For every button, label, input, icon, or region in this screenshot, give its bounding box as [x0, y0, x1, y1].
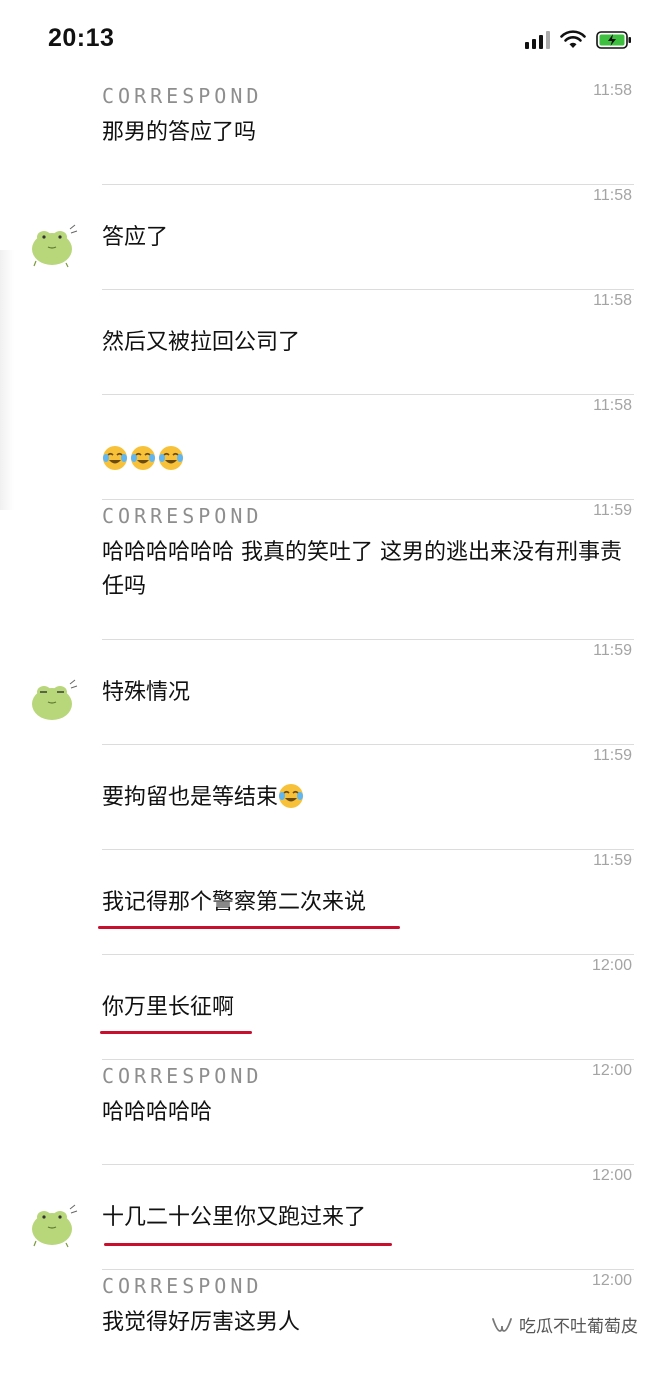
message-text: 答应了: [102, 225, 169, 250]
chat-message: 11:59 特殊情况: [0, 640, 660, 745]
message-time: 12:00: [591, 1062, 632, 1079]
status-bar: 20:13: [0, 0, 660, 80]
wechat-channel-icon: [492, 1317, 512, 1332]
message-time: 12:00: [591, 957, 632, 974]
red-underline: [98, 926, 400, 929]
chat-message: CORRESPOND 11:58 那男的答应了吗: [0, 80, 660, 185]
message-text: 哈哈哈哈哈: [102, 1100, 213, 1125]
message-text: 哈哈哈哈哈哈 我真的笑吐了 这男的逃出来没有刑事责任吗: [102, 540, 622, 599]
message-body: 要拘留也是等结束: [102, 781, 632, 815]
sender-name: CORRESPOND: [102, 1274, 263, 1298]
message-text: 我记得那个警察第二次来说: [102, 890, 367, 915]
status-icons: [525, 28, 632, 52]
message-time: 11:59: [593, 502, 632, 519]
message-time: 11:59: [593, 747, 632, 764]
message-time: 11:58: [593, 292, 632, 309]
sender-name: CORRESPOND: [102, 1064, 263, 1088]
chat-message: CORRESPOND 12:00 哈哈哈哈哈: [0, 1060, 660, 1165]
message-time: 12:00: [591, 1272, 632, 1289]
cellular-signal-icon: [525, 31, 550, 49]
message-text: 然后又被拉回公司了: [102, 330, 301, 355]
message-time: 11:58: [593, 82, 632, 99]
laughing-crying-emoji: [103, 446, 127, 470]
message-time: 11:59: [593, 852, 632, 869]
sender-name: CORRESPOND: [102, 84, 263, 108]
chat-message: 12:00 你万里长征啊: [0, 955, 660, 1060]
chat-message: 11:59 我记得那个警察第二次来说: [0, 850, 660, 955]
chat-message: 11:58: [0, 395, 660, 500]
red-underline: [104, 1243, 392, 1246]
message-time: 11:58: [593, 397, 632, 414]
message-text: 十几二十公里你又跑过来了: [102, 1205, 367, 1230]
sender-name: CORRESPOND: [102, 504, 263, 528]
message-text: 特殊情况: [102, 680, 191, 705]
chat-message: 11:58 答应了: [0, 185, 660, 290]
message-text: 要拘留也是等结束: [102, 785, 279, 810]
status-time: 20:13: [48, 24, 115, 52]
frog-avatar-icon[interactable]: [28, 1199, 80, 1251]
chat-message: 11:59 要拘留也是等结束: [0, 745, 660, 850]
frog-avatar-icon[interactable]: [28, 674, 80, 726]
laughing-crying-emoji: [131, 446, 155, 470]
laughing-crying-emoji: [159, 446, 183, 470]
message-text: 你万里长征啊: [102, 995, 235, 1020]
battery-charging-icon: [596, 31, 631, 49]
red-underline: [100, 1031, 252, 1034]
chat-message: 11:58 然后又被拉回公司了: [0, 290, 660, 395]
chat-message: 12:00 十几二十公里你又跑过来了: [0, 1165, 660, 1270]
watermark-text: 吃瓜不吐葡萄皮: [519, 1317, 638, 1337]
message-text: 那男的答应了吗: [102, 120, 257, 145]
watermark: 吃瓜不吐葡萄皮: [491, 1312, 638, 1337]
laughing-crying-emoji: [279, 784, 304, 808]
message-time: 11:59: [593, 642, 632, 659]
chat-feed: CORRESPOND 11:58 那男的答应了吗 11:58 答应了 11:58…: [0, 80, 660, 1375]
message-time: 11:58: [593, 187, 632, 204]
message-time: 12:00: [591, 1167, 632, 1184]
wifi-icon: [560, 30, 586, 48]
message-emoji-row: [102, 443, 632, 477]
chat-message: CORRESPOND 11:59 哈哈哈哈哈哈 我真的笑吐了 这男的逃出来没有刑…: [0, 500, 660, 640]
frog-avatar-icon[interactable]: [28, 219, 80, 271]
